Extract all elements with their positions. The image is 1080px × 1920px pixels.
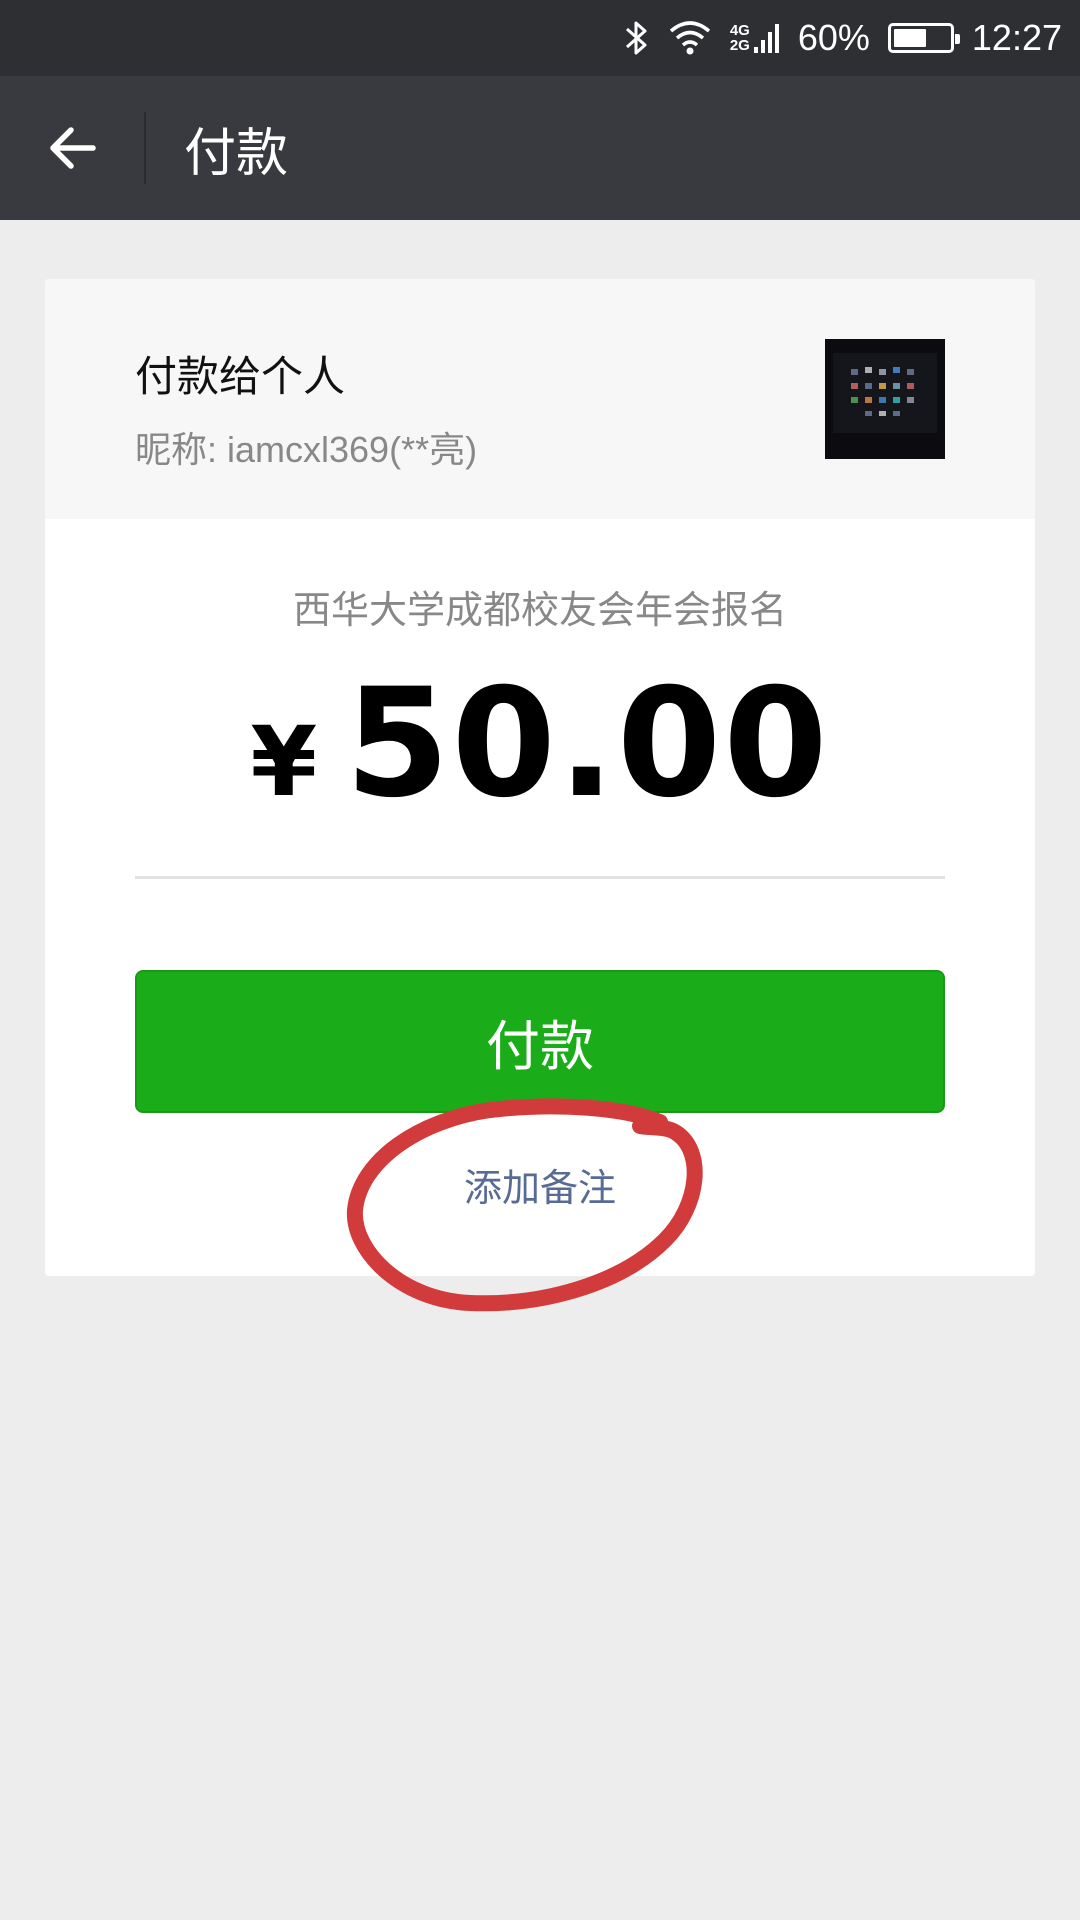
payee-nickname: 昵称: iamcxl369(**亮)	[135, 429, 478, 470]
network-bottom-label: 2G	[729, 37, 750, 54]
battery-percent: 60%	[797, 17, 870, 58]
amount-display: ¥ 50.00	[45, 657, 1035, 831]
pay-button[interactable]: 付款	[135, 970, 945, 1113]
payment-card: 付款给个人 昵称: iamcxl369(**亮) 西华大学成都校友会年会报名 ¥…	[45, 279, 1035, 1276]
amount-value: 50.00	[345, 657, 830, 831]
wifi-icon	[668, 19, 712, 57]
title-divider	[144, 112, 146, 184]
currency-symbol: ¥	[250, 706, 318, 818]
battery-icon	[887, 23, 960, 53]
signal-icon: 4G 2G	[730, 21, 780, 55]
network-top-label: 4G	[729, 22, 750, 39]
add-note-link[interactable]: 添加备注	[45, 1157, 1035, 1212]
payee-label: 付款给个人	[135, 352, 346, 401]
back-arrow-icon	[50, 127, 96, 169]
clock: 12:27	[971, 17, 1062, 58]
network-type: 4G 2G	[730, 23, 750, 53]
avatar	[825, 339, 945, 459]
title-bar: 付款	[0, 76, 1080, 220]
payee-section: 付款给个人 昵称: iamcxl369(**亮)	[45, 279, 1035, 519]
page-title: 付款	[184, 123, 289, 184]
back-button[interactable]	[0, 76, 144, 220]
amount-divider	[135, 876, 945, 879]
bluetooth-icon	[624, 18, 650, 58]
status-bar: 4G 2G 60% 12:27	[0, 0, 1080, 76]
payment-memo: 西华大学成都校友会年会报名	[292, 588, 787, 632]
